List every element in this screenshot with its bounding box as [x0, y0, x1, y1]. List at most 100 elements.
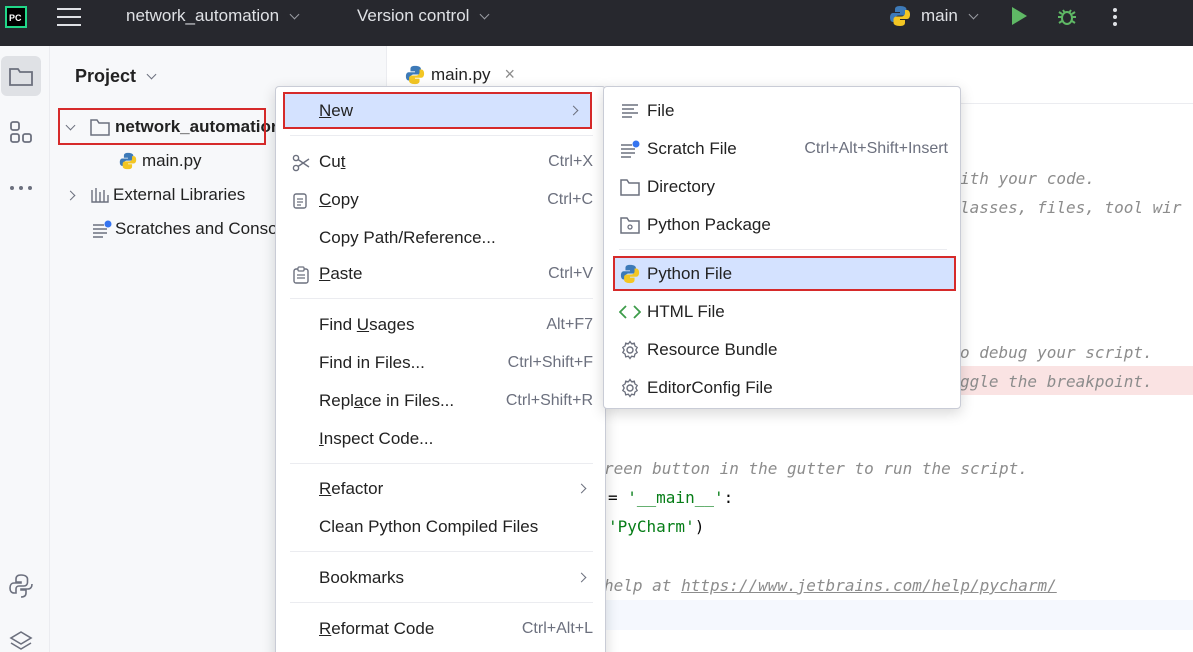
folder-icon [619, 176, 641, 198]
menu-shortcut: Ctrl+Alt+L [521, 620, 593, 637]
debug-button[interactable] [1056, 5, 1078, 27]
project-context-menu: New Cut Ctrl+X Copy Ctrl+C Copy Path/Ref… [275, 86, 606, 652]
project-tool-button[interactable] [1, 56, 41, 96]
submenu-item-file[interactable]: File [604, 94, 962, 128]
run-config-name: main [921, 6, 958, 25]
menu-separator [290, 602, 593, 603]
structure-icon [10, 121, 32, 143]
menu-item-refactor[interactable]: Refactor [276, 472, 605, 506]
more-tools-button[interactable] [1, 168, 41, 208]
python-file-icon [405, 65, 425, 84]
new-submenu: File Scratch File Ctrl+Alt+Shift+Insert … [603, 86, 961, 409]
scratches-icon [93, 220, 112, 238]
vcs-selector[interactable]: Version control [357, 6, 490, 26]
paste-icon [290, 264, 312, 286]
chevron-down-icon [146, 69, 157, 80]
code-comment-line: o debug your script. [960, 343, 1153, 362]
menu-shortcut: Ctrl+C [547, 191, 593, 208]
submenu-item-directory[interactable]: Directory [604, 170, 962, 204]
python-console-icon [9, 574, 33, 598]
tree-item-scratches[interactable]: Scratches and Consoles [92, 215, 299, 243]
menu-item-clean-compiled[interactable]: Clean Python Compiled Files [276, 510, 605, 544]
menu-item-paste[interactable]: Paste Ctrl+V [276, 257, 605, 291]
tree-item-main-py[interactable]: main.py [119, 147, 202, 175]
pycharm-logo-icon[interactable]: PC [5, 6, 27, 28]
chevron-down-icon [289, 9, 300, 19]
more-options-icon[interactable] [1113, 8, 1117, 26]
menu-item-replace-in-files[interactable]: Replace in Files... Ctrl+Shift+R [276, 384, 605, 418]
python-file-highlight [613, 256, 956, 291]
run-icon [1012, 7, 1027, 25]
python-icon [890, 6, 910, 26]
chevron-down-icon [480, 9, 490, 19]
menu-item-find-usages[interactable]: Find Usages Alt+F7 [276, 308, 605, 342]
menu-item-copy-path[interactable]: Copy Path/Reference... [276, 221, 605, 255]
menu-item-reformat-code[interactable]: Reformat Code Ctrl+Alt+L [276, 612, 605, 646]
code-string: '__main__' [627, 488, 724, 507]
menu-item-inspect-code[interactable]: Inspect Code... [276, 422, 605, 456]
submenu-item-html-file[interactable]: HTML File [604, 295, 962, 329]
caret-line-highlight [604, 600, 1193, 630]
project-name: network_automation [126, 6, 280, 25]
tree-item-label: main.py [142, 151, 202, 170]
menu-shortcut: Ctrl+Alt+Shift+Insert [804, 140, 948, 157]
project-selector[interactable]: network_automation [126, 6, 300, 26]
menu-separator [290, 135, 593, 136]
copy-icon [290, 190, 312, 212]
chevron-right-icon [576, 483, 587, 494]
close-icon[interactable]: × [505, 64, 516, 85]
chevron-right-icon [65, 190, 76, 200]
menu-shortcut: Ctrl+V [548, 265, 593, 282]
title-bar: PC network_automation Version control ma… [0, 0, 1193, 46]
menu-shortcut: Ctrl+X [548, 153, 593, 170]
project-panel-header[interactable]: Project [75, 66, 157, 87]
menu-shortcut: Alt+F7 [546, 316, 593, 333]
code-comment-line: reen button in the gutter to run the scr… [604, 459, 1028, 478]
menu-separator [290, 551, 593, 552]
tree-item-external-libraries[interactable]: External Libraries [65, 181, 246, 209]
structure-tool-button[interactable] [1, 112, 41, 152]
menu-separator [290, 298, 593, 299]
submenu-item-editorconfig-file[interactable]: EditorConfig File [604, 371, 962, 405]
root-folder-highlight [58, 108, 266, 145]
ellipsis-icon [10, 186, 32, 190]
folder-icon [9, 68, 33, 86]
menu-separator [290, 463, 593, 464]
help-link[interactable]: https://www.jetbrains.com/help/pycharm/ [681, 576, 1057, 595]
scratch-file-icon [619, 138, 641, 160]
file-lines-icon [619, 100, 641, 122]
code-line-print-call: 'PyCharm') [608, 517, 705, 536]
editor-tab-label: main.py [431, 64, 491, 84]
submenu-item-resource-bundle[interactable]: Resource Bundle [604, 333, 962, 367]
debug-bug-icon [1058, 9, 1076, 25]
python-console-button[interactable] [1, 566, 41, 606]
menu-shortcut: Ctrl+Shift+R [505, 392, 593, 409]
code-string: 'PyCharm' [608, 517, 695, 536]
layers-tool-button[interactable] [1, 622, 41, 652]
main-menu-icon[interactable] [57, 6, 81, 28]
project-panel-title: Project [75, 66, 137, 86]
editor-tab-main-py[interactable]: main.py × [405, 64, 515, 85]
tool-window-strip [0, 46, 50, 652]
submenu-item-python-package[interactable]: Python Package [604, 208, 962, 242]
code-comment-line: ggle the breakpoint. [960, 372, 1153, 391]
chevron-right-icon [576, 572, 587, 583]
code-comment-help-line: help at https://www.jetbrains.com/help/p… [604, 576, 1057, 595]
library-icon [91, 188, 109, 203]
vcs-label: Version control [357, 6, 470, 25]
menu-separator [619, 249, 947, 250]
layers-icon [9, 631, 33, 650]
gear-icon [619, 377, 641, 399]
menu-item-cut[interactable]: Cut Ctrl+X [276, 145, 605, 179]
tree-item-label: External Libraries [113, 185, 246, 204]
submenu-item-scratch-file[interactable]: Scratch File Ctrl+Alt+Shift+Insert [604, 132, 962, 166]
new-item-highlight [283, 92, 592, 129]
menu-item-copy[interactable]: Copy Ctrl+C [276, 183, 605, 217]
menu-item-bookmarks[interactable]: Bookmarks [276, 561, 605, 595]
code-line-main-guard: = '__main__': [608, 488, 734, 507]
tree-item-label: Scratches and Consoles [115, 219, 300, 238]
html-code-icon [619, 301, 641, 323]
run-config-selector[interactable]: main [889, 5, 979, 27]
menu-item-find-in-files[interactable]: Find in Files... Ctrl+Shift+F [276, 346, 605, 380]
run-button[interactable] [1012, 7, 1027, 25]
